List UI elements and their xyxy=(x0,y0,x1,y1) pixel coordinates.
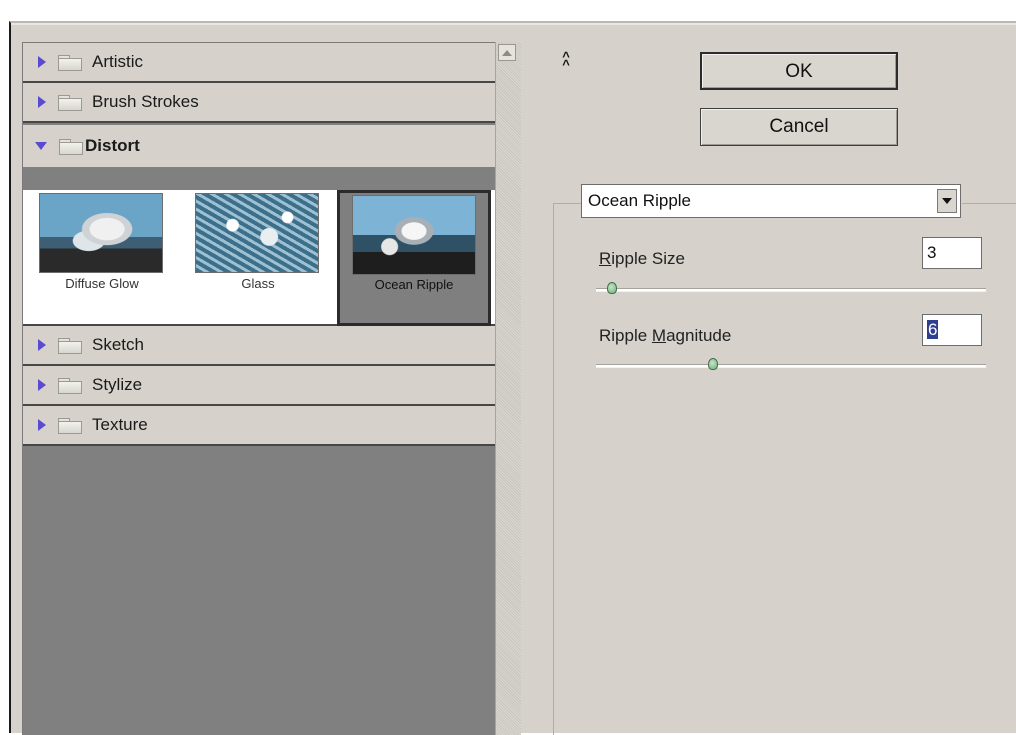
expand-arrow-icon[interactable] xyxy=(38,56,46,68)
cancel-button[interactable]: Cancel xyxy=(700,108,898,146)
ok-button[interactable]: OK xyxy=(700,52,898,90)
ripple-magnitude-label: Ripple Magnitude xyxy=(599,326,732,345)
filter-gallery-window: Artistic Brush Strokes Distort Diffuse G… xyxy=(9,21,1016,735)
collapse-arrow-icon[interactable] xyxy=(35,142,47,150)
folder-icon xyxy=(58,417,82,434)
category-label: Brush Strokes xyxy=(92,92,199,111)
diffuse-glow-preview xyxy=(39,193,163,273)
folder-icon xyxy=(58,377,82,394)
folder-icon xyxy=(58,94,82,111)
ripple-magnitude-slider[interactable] xyxy=(596,364,986,368)
category-list-scrollbar[interactable] xyxy=(495,42,521,735)
category-label: Distort xyxy=(85,136,140,155)
dropdown-button[interactable] xyxy=(937,189,957,213)
category-texture[interactable]: Texture xyxy=(23,406,504,446)
category-label: Texture xyxy=(92,415,148,434)
window-top-edge xyxy=(11,23,1016,25)
ripple-magnitude-value: 6 xyxy=(927,320,939,339)
settings-group-border xyxy=(553,203,554,735)
category-distort[interactable]: Distort xyxy=(23,125,504,167)
settings-group-border xyxy=(962,203,1016,204)
collapse-gallery-button[interactable]: ^ ^ xyxy=(559,49,573,72)
category-label: Sketch xyxy=(92,335,144,354)
filter-thumb-glass[interactable]: Glass xyxy=(189,190,339,326)
category-label: Artistic xyxy=(92,52,143,71)
scroll-up-arrow-icon xyxy=(502,49,512,56)
folder-icon xyxy=(58,337,82,354)
ripple-size-slider-handle[interactable] xyxy=(606,282,617,294)
category-label: Stylize xyxy=(92,375,143,394)
glass-preview xyxy=(195,193,319,273)
thumb-caption: Ocean Ripple xyxy=(374,277,454,292)
double-chevron-up-icon: ^ ^ xyxy=(562,49,570,72)
filter-select-dropdown[interactable]: Ocean Ripple xyxy=(581,184,961,218)
expand-arrow-icon[interactable] xyxy=(38,379,46,391)
ocean-ripple-preview xyxy=(352,195,476,275)
filter-select-value: Ocean Ripple xyxy=(588,191,692,210)
thumb-caption: Glass xyxy=(241,276,275,291)
open-folder-icon xyxy=(59,138,83,155)
category-artistic[interactable]: Artistic xyxy=(23,43,504,83)
scroll-up-button[interactable] xyxy=(498,44,516,61)
ripple-size-slider[interactable] xyxy=(596,288,986,292)
ripple-size-value: 3 xyxy=(927,243,937,262)
filter-thumb-diffuse-glow[interactable]: Diffuse Glow xyxy=(33,190,183,326)
distort-thumbnails: Diffuse Glow Glass Ocean Ripple xyxy=(23,190,504,326)
ripple-magnitude-slider-handle[interactable] xyxy=(708,358,718,370)
expand-arrow-icon[interactable] xyxy=(38,96,46,108)
ripple-size-input[interactable]: 3 xyxy=(922,237,982,269)
ripple-size-label: Ripple Size xyxy=(599,249,685,268)
filter-category-list: Artistic Brush Strokes Distort Diffuse G… xyxy=(22,42,505,735)
ripple-magnitude-input[interactable]: 6 xyxy=(922,314,982,346)
category-sketch[interactable]: Sketch xyxy=(23,326,504,366)
chevron-down-icon xyxy=(942,198,952,204)
expand-arrow-icon[interactable] xyxy=(38,419,46,431)
filter-thumb-ocean-ripple[interactable]: Ocean Ripple xyxy=(337,190,491,326)
category-stylize[interactable]: Stylize xyxy=(23,366,504,406)
category-brush-strokes[interactable]: Brush Strokes xyxy=(23,83,504,123)
folder-icon xyxy=(58,54,82,71)
thumb-caption: Diffuse Glow xyxy=(65,276,139,291)
expand-arrow-icon[interactable] xyxy=(38,339,46,351)
